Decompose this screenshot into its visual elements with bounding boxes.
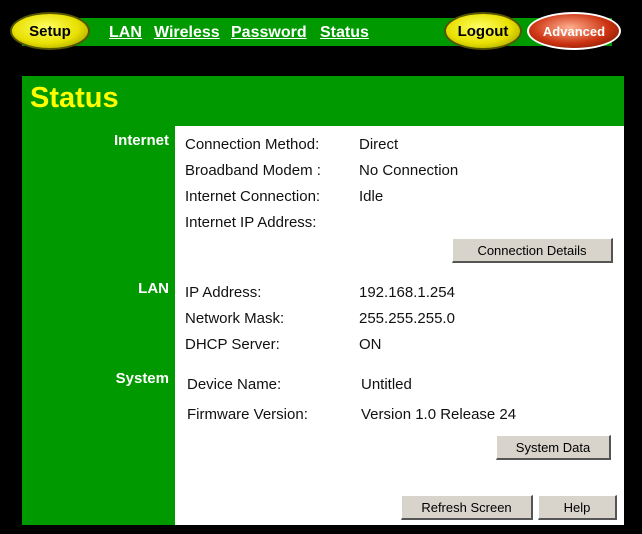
- refresh-screen-button[interactable]: Refresh Screen: [401, 495, 533, 520]
- logout-button[interactable]: Logout: [444, 12, 522, 50]
- connection-method-value: Direct: [359, 136, 399, 153]
- status-content: Connection Method: Direct Broadband Mode…: [175, 126, 624, 525]
- page-title: Status: [30, 82, 119, 114]
- internet-connection-label: Internet Connection:: [185, 188, 321, 205]
- network-mask-value: 255.255.255.0: [359, 310, 455, 327]
- system-data-button[interactable]: System Data: [496, 435, 611, 460]
- section-label-system: System: [115, 370, 169, 387]
- nav-link-lan[interactable]: LAN: [109, 24, 142, 42]
- device-name-value: Untitled: [361, 376, 412, 393]
- nav-link-status[interactable]: Status: [320, 24, 369, 42]
- setup-button[interactable]: Setup: [10, 12, 90, 50]
- advanced-button[interactable]: Advanced: [527, 12, 621, 50]
- firmware-version-value: Version 1.0 Release 24: [361, 406, 517, 423]
- ip-address-value: 192.168.1.254: [359, 284, 455, 301]
- help-button[interactable]: Help: [538, 495, 617, 520]
- dhcp-server-label: DHCP Server:: [185, 336, 280, 353]
- broadband-modem-label: Broadband Modem :: [185, 162, 321, 179]
- internet-ip-label: Internet IP Address:: [185, 214, 317, 231]
- firmware-version-label: Firmware Version:: [187, 406, 308, 423]
- connection-method-label: Connection Method:: [185, 136, 320, 153]
- device-name-label: Device Name:: [187, 376, 282, 393]
- nav-link-password[interactable]: Password: [231, 24, 307, 42]
- status-panel: Status Internet LAN System Connection Me…: [22, 76, 624, 525]
- broadband-modem-value: No Connection: [359, 162, 459, 179]
- ip-address-label: IP Address:: [185, 284, 262, 301]
- dhcp-server-value: ON: [359, 336, 382, 353]
- internet-connection-value: Idle: [359, 188, 384, 205]
- section-label-internet: Internet: [113, 132, 169, 149]
- nav-link-wireless[interactable]: Wireless: [154, 24, 220, 42]
- network-mask-label: Network Mask:: [185, 310, 285, 327]
- section-label-lan: LAN: [138, 280, 169, 297]
- connection-details-button[interactable]: Connection Details: [452, 238, 613, 263]
